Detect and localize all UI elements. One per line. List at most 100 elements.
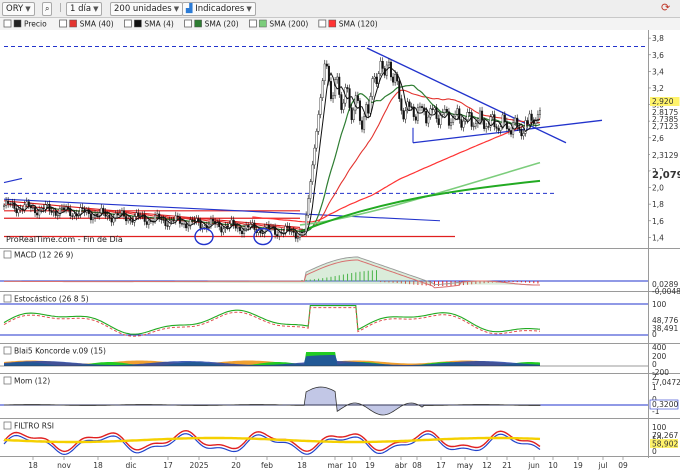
candle-body [433, 107, 436, 110]
candle-body [170, 220, 173, 222]
candle-body [131, 220, 134, 223]
candle-body [183, 223, 186, 225]
x-tick-label: 2025 [189, 461, 208, 470]
candle-body [499, 126, 502, 131]
candle-body [325, 63, 328, 67]
candle-body [301, 231, 304, 234]
candle-body [228, 223, 231, 228]
candle-body [414, 116, 417, 121]
indicators-button[interactable]: ▟ Indicadores ▼ [182, 2, 256, 16]
candle-body [470, 112, 473, 127]
x-tick-label: 19 [573, 461, 583, 470]
candle-body [267, 224, 270, 229]
candle-body [73, 213, 76, 217]
candle-body [125, 216, 128, 222]
watermark-label: ProRealTime.com - Fin de Día [6, 235, 123, 244]
candle-body [36, 212, 39, 216]
candle-body [102, 207, 105, 212]
units-selector[interactable]: 200 unidades ▼ [110, 2, 184, 16]
candle-body [172, 220, 175, 222]
chevron-down-icon: ▼ [93, 5, 99, 13]
candle-body [329, 81, 332, 99]
x-tick-label: feb [261, 461, 273, 470]
x-tick-label: 18 [28, 461, 38, 470]
trend-line [3, 177, 23, 184]
stoch-k-line [3, 305, 541, 335]
color-swatch [134, 19, 142, 28]
candle-body [530, 113, 533, 121]
refresh-icon[interactable]: ⟳ [658, 2, 673, 16]
overlay-label: SMA (120) [339, 20, 378, 29]
candle-body [63, 207, 66, 210]
x-tick-label: abr [395, 461, 408, 470]
checkbox-icon [184, 19, 193, 28]
x-tick-label: 10 [347, 461, 357, 470]
candle-body [439, 114, 442, 125]
candle-body [418, 106, 421, 108]
candle-body [162, 219, 165, 221]
konc-tick: 400 [652, 343, 667, 352]
price-label: 2,7123 [652, 122, 678, 131]
candle-body [46, 204, 49, 206]
candle-body [317, 114, 320, 132]
mom-tick: 1 [652, 383, 657, 392]
candle-body [454, 114, 457, 117]
candle-body [114, 213, 117, 218]
timeframe-selector[interactable]: 1 día ▼ [66, 2, 103, 16]
pane-icon [3, 376, 12, 385]
indicators-icon: ▟ [186, 4, 193, 14]
y-tick-label: 3,6 [652, 51, 664, 60]
macd-value: -0,0048 [652, 287, 680, 296]
candle-body [466, 112, 469, 120]
candle-body [410, 106, 413, 108]
mom-pane-label: Mom (12) [14, 377, 50, 386]
overlay-label: SMA (200) [269, 20, 308, 29]
konc-pane-label: Blai5 Koncorde v.09 (15) [14, 347, 106, 356]
candle-body [166, 225, 169, 227]
x-tick-label: jun [527, 461, 540, 470]
candle-body [218, 222, 221, 228]
candle-body [240, 230, 243, 235]
color-swatch [328, 19, 337, 28]
timeframe-label: 1 día [70, 4, 92, 14]
overlay-toggle-0[interactable]: Precio [3, 20, 47, 29]
candle-body [187, 225, 190, 229]
search-button[interactable]: ⌕ [42, 2, 53, 16]
candle-body [379, 60, 382, 74]
candle-body [307, 198, 310, 216]
x-tick-label: mar [328, 461, 344, 470]
candle-body [369, 96, 372, 114]
sma-20-line [45, 84, 541, 232]
symbol-selector[interactable]: ORY ▼ [2, 2, 35, 16]
candle-body [9, 203, 12, 205]
candle-body [534, 120, 537, 124]
toolbar-separator: | [59, 3, 62, 13]
candle-body [234, 224, 237, 229]
overlay-label: SMA (4) [144, 20, 173, 29]
candle-body [485, 126, 488, 129]
rsi-blue-line [3, 433, 541, 456]
candle-body [431, 108, 434, 110]
pane-icon [3, 294, 12, 303]
candle-body [389, 61, 392, 78]
candle-body [456, 108, 459, 115]
candle-body [160, 218, 163, 220]
candle-body [226, 225, 229, 228]
candle-body [435, 107, 438, 119]
candle-body [42, 208, 45, 210]
candle-body [34, 207, 37, 214]
candle-body [230, 219, 233, 224]
candle-body [493, 114, 496, 127]
candle-body [412, 107, 415, 117]
candle-body [176, 215, 179, 218]
candle-body [313, 147, 316, 166]
candle-body [137, 212, 140, 217]
candle-body [29, 206, 32, 209]
sma-40-line [86, 89, 540, 231]
candle-body [156, 213, 159, 216]
candle-body [116, 213, 119, 216]
candle-body [253, 222, 256, 230]
rsi-value: 58,902 [652, 440, 678, 449]
long-trend-line [299, 179, 541, 233]
candle-body [462, 120, 465, 128]
